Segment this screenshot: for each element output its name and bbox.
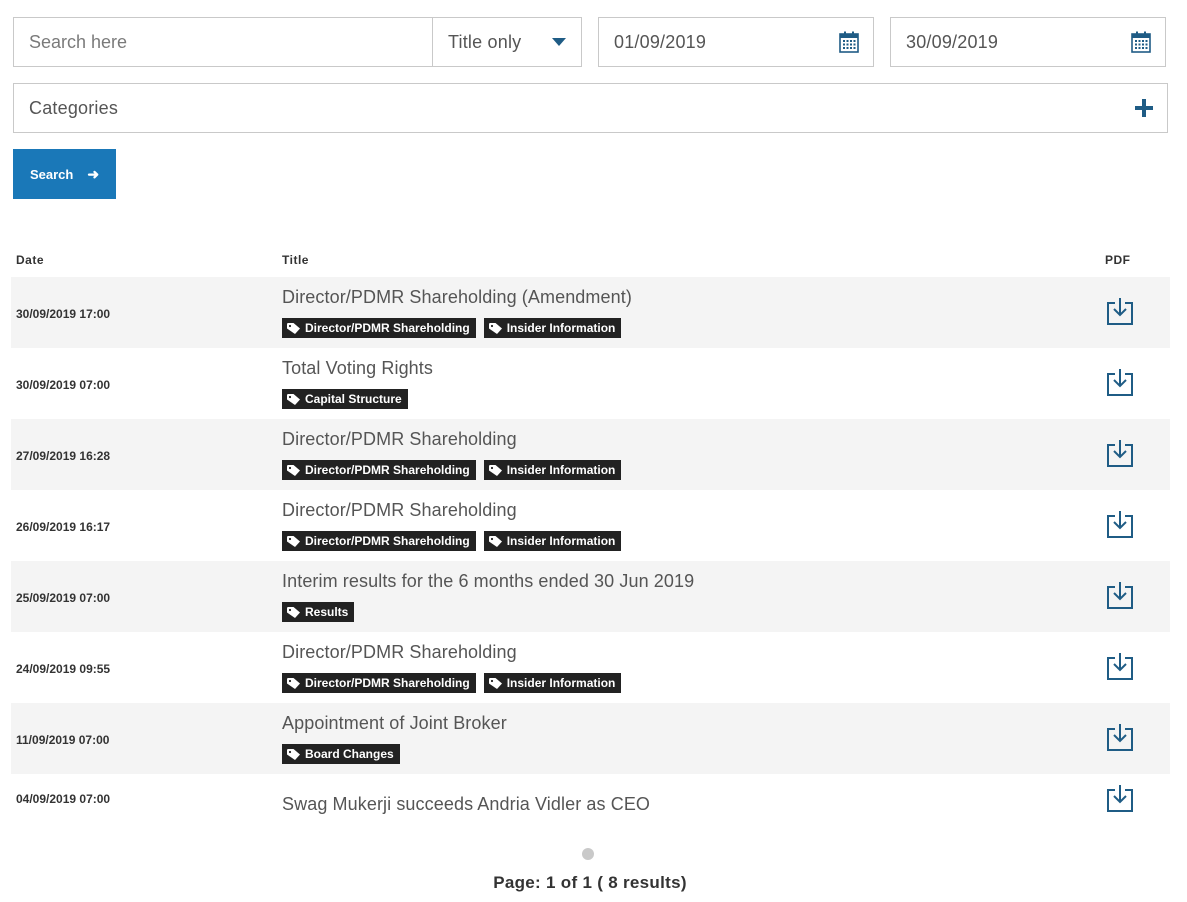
pdf-download-icon[interactable]	[1107, 439, 1133, 467]
category-tag[interactable]: Insider Information	[483, 673, 622, 693]
date-from-value: 01/09/2019	[614, 31, 707, 52]
row-title-link[interactable]: Interim results for the 6 months ended 3…	[282, 571, 694, 592]
chevron-down-icon	[552, 38, 566, 46]
table-row: 11/09/2019 07:00 Appointment of Joint Bro…	[11, 703, 1170, 774]
date-from-field[interactable]: 01/09/2019	[598, 17, 874, 67]
category-tag-label: Director/PDMR Shareholding	[305, 321, 470, 335]
row-date: 04/09/2019 07:00	[16, 792, 111, 806]
category-tag-label: Director/PDMR Shareholding	[305, 463, 470, 477]
row-date: 25/09/2019 07:00	[16, 591, 111, 605]
row-date: 30/09/2019 07:00	[16, 378, 111, 392]
row-tags: Director/PDMR Shareholding Insider Inform…	[282, 531, 622, 551]
plus-icon[interactable]	[1135, 99, 1153, 117]
search-field[interactable]	[13, 17, 433, 67]
column-header-title: Title	[282, 253, 309, 267]
category-tag-label: Insider Information	[506, 676, 616, 690]
tag-icon	[287, 322, 300, 334]
row-title-link[interactable]: Director/PDMR Shareholding (Amendment)	[282, 287, 632, 308]
table-row: 27/09/2019 16:28 Director/PDMR Shareholdi…	[11, 419, 1170, 490]
category-tag-label: Insider Information	[506, 321, 616, 335]
category-tag-label: Insider Information	[506, 534, 616, 548]
category-tag[interactable]: Board Changes	[282, 744, 400, 764]
row-title-link[interactable]: Director/PDMR Shareholding	[282, 642, 517, 663]
categories-label: Categories	[29, 97, 119, 118]
table-row: 30/09/2019 07:00 Total Voting Rights Capit…	[11, 348, 1170, 419]
search-scope-select[interactable]: Title only	[432, 17, 582, 67]
category-tag[interactable]: Capital Structure	[282, 389, 408, 409]
date-to-field[interactable]: 30/09/2019	[890, 17, 1166, 67]
tag-icon	[287, 606, 300, 618]
row-title-link[interactable]: Director/PDMR Shareholding	[282, 429, 517, 450]
category-tag[interactable]: Director/PDMR Shareholding	[282, 460, 476, 480]
search-input[interactable]	[29, 31, 432, 53]
date-to-value: 30/09/2019	[906, 31, 999, 52]
row-tags: Board Changes	[282, 744, 400, 764]
row-tags: Results	[282, 602, 355, 622]
row-title-link[interactable]: Total Voting Rights	[282, 358, 433, 379]
pdf-download-icon[interactable]	[1107, 368, 1133, 396]
category-tag[interactable]: Insider Information	[483, 460, 622, 480]
pagination-dot[interactable]	[582, 848, 594, 860]
tag-icon	[287, 535, 300, 547]
search-scope-value: Title only	[448, 31, 522, 52]
search-button[interactable]: Search ➜	[13, 149, 116, 199]
row-date: 30/09/2019 17:00	[16, 307, 111, 321]
category-tag-label: Board Changes	[305, 747, 394, 761]
category-tag-label: Results	[305, 605, 349, 619]
categories-toggle[interactable]: Categories	[13, 83, 1168, 133]
row-title-link[interactable]: Swag Mukerji succeeds Andria Vidler as C…	[282, 794, 650, 815]
row-date: 11/09/2019 07:00	[16, 733, 110, 747]
tag-icon	[287, 464, 300, 476]
pdf-download-icon[interactable]	[1107, 784, 1133, 812]
pdf-download-icon[interactable]	[1107, 297, 1133, 325]
row-title-link[interactable]: Appointment of Joint Broker	[282, 713, 507, 734]
category-tag[interactable]: Insider Information	[483, 531, 622, 551]
tag-icon	[488, 322, 502, 334]
row-date: 27/09/2019 16:28	[16, 449, 111, 463]
column-header-date: Date	[16, 253, 45, 267]
pdf-download-icon[interactable]	[1107, 652, 1133, 680]
search-button-label: Search	[29, 166, 74, 182]
table-row: 26/09/2019 16:17 Director/PDMR Shareholdi…	[11, 490, 1170, 561]
row-tags: Capital Structure	[282, 389, 408, 409]
category-tag[interactable]: Director/PDMR Shareholding	[282, 531, 476, 551]
arrow-right-icon: ➜	[87, 165, 100, 182]
table-row: 04/09/2019 07:00 Swag Mukerji succeeds An…	[11, 774, 1170, 832]
calendar-icon[interactable]	[1131, 31, 1151, 53]
column-header-pdf: PDF	[1105, 253, 1131, 267]
pdf-download-icon[interactable]	[1107, 510, 1133, 538]
category-tag-label: Director/PDMR Shareholding	[305, 676, 470, 690]
pdf-download-icon[interactable]	[1107, 581, 1133, 609]
row-tags: Director/PDMR Shareholding Insider Inform…	[282, 460, 622, 480]
table-row: 30/09/2019 17:00 Director/PDMR Shareholdi…	[11, 277, 1170, 348]
category-tag[interactable]: Insider Information	[483, 318, 622, 338]
tag-icon	[488, 677, 502, 689]
category-tag[interactable]: Director/PDMR Shareholding	[282, 673, 476, 693]
pdf-download-icon[interactable]	[1107, 723, 1133, 751]
category-tag[interactable]: Results	[282, 602, 355, 622]
row-date: 24/09/2019 09:55	[16, 662, 111, 676]
row-tags: Director/PDMR Shareholding Insider Inform…	[282, 318, 622, 338]
category-tag-label: Insider Information	[506, 463, 616, 477]
category-tag-label: Director/PDMR Shareholding	[305, 534, 470, 548]
table-row: 24/09/2019 09:55 Director/PDMR Shareholdi…	[11, 632, 1170, 703]
category-tag[interactable]: Director/PDMR Shareholding	[282, 318, 476, 338]
row-date: 26/09/2019 16:17	[16, 520, 111, 534]
pagination-status: Page: 1 of 1 ( 8 results)	[493, 873, 687, 892]
category-tag-label: Capital Structure	[305, 392, 402, 406]
row-tags: Director/PDMR Shareholding Insider Inform…	[282, 673, 622, 693]
tag-icon	[287, 748, 300, 760]
tag-icon	[488, 535, 502, 547]
tag-icon	[488, 464, 502, 476]
tag-icon	[287, 393, 300, 405]
table-row: 25/09/2019 07:00 Interim results for the …	[11, 561, 1170, 632]
tag-icon	[287, 677, 300, 689]
calendar-icon[interactable]	[839, 31, 859, 53]
row-title-link[interactable]: Director/PDMR Shareholding	[282, 500, 517, 521]
